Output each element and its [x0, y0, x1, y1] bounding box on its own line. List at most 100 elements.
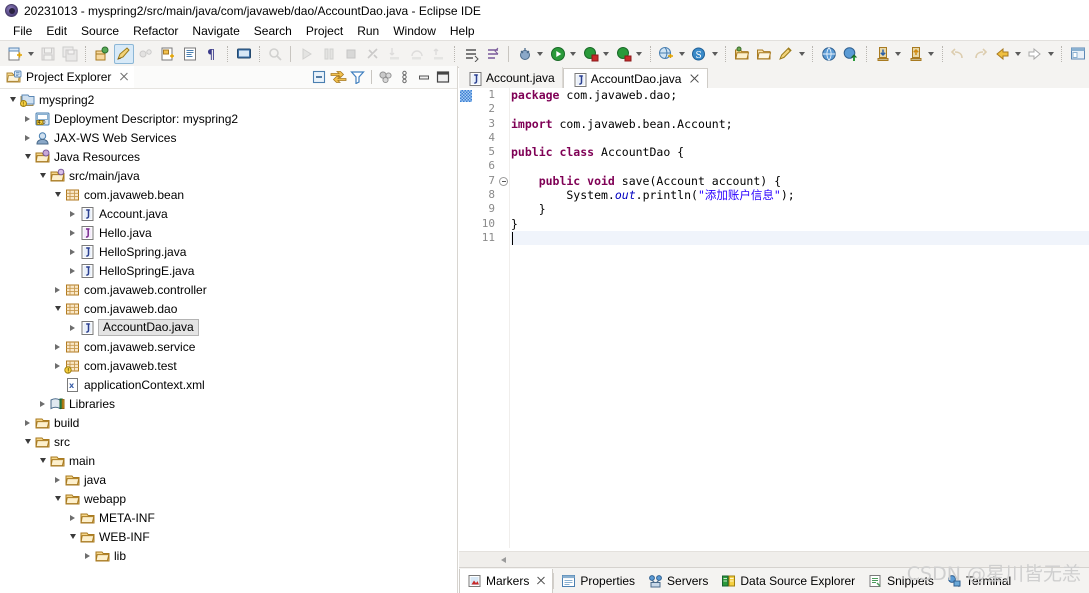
collapse-method-icon[interactable] — [499, 176, 508, 186]
chevron-right-icon[interactable] — [21, 128, 34, 147]
chevron-down-icon[interactable] — [21, 147, 34, 166]
chevron-down-icon[interactable] — [1046, 44, 1055, 64]
debug-icon[interactable] — [515, 44, 535, 64]
tree-item[interactable]: Account.java — [0, 204, 457, 223]
maximize-icon[interactable] — [433, 68, 452, 86]
chevron-down-icon[interactable] — [569, 44, 578, 64]
editor-vertical-ruler[interactable] — [459, 88, 474, 548]
publish-icon[interactable] — [841, 44, 861, 64]
bottom-tab-properties[interactable]: Properties — [554, 569, 641, 593]
chevron-down-icon[interactable] — [927, 44, 936, 64]
open-web-browser-icon[interactable] — [819, 44, 839, 64]
link-with-editor-icon[interactable] — [329, 68, 348, 86]
tree-item[interactable]: ! myspring2 — [0, 90, 457, 109]
chevron-down-icon[interactable] — [677, 44, 686, 64]
chevron-down-icon[interactable] — [51, 185, 64, 204]
chevron-right-icon[interactable] — [51, 280, 64, 299]
chevron-down-icon[interactable] — [21, 432, 34, 451]
tree-item[interactable]: webapp — [0, 489, 457, 508]
chevron-right-icon[interactable] — [66, 223, 79, 242]
chevron-down-icon[interactable] — [894, 44, 903, 64]
chevron-down-icon[interactable] — [536, 44, 545, 64]
chevron-down-icon[interactable] — [6, 90, 19, 109]
minimize-icon[interactable] — [414, 68, 433, 86]
chevron-right-icon[interactable] — [51, 337, 64, 356]
bottom-tab-terminal[interactable]: Terminal — [940, 569, 1017, 593]
tree-item[interactable]: 4.0 Deployment Descriptor: myspring2 — [0, 109, 457, 128]
folding-gutter[interactable] — [499, 88, 510, 548]
tree-item[interactable]: com.javaweb.bean — [0, 185, 457, 204]
chevron-right-icon[interactable] — [66, 508, 79, 527]
coverage-icon[interactable] — [581, 44, 601, 64]
tree-item[interactable]: META-INF — [0, 508, 457, 527]
editor-tab-accountdao[interactable]: AccountDao.java — [562, 68, 709, 89]
menu-item-search[interactable]: Search — [247, 23, 299, 39]
editor-tab-account[interactable]: Account.java — [459, 67, 563, 88]
console-icon[interactable] — [234, 44, 254, 64]
menu-item-run[interactable]: Run — [350, 23, 386, 39]
new-java-class-icon[interactable] — [158, 44, 178, 64]
tree-item[interactable]: Hello.java — [0, 223, 457, 242]
close-folder-icon[interactable] — [754, 44, 774, 64]
close-icon[interactable] — [118, 71, 130, 83]
tree-item[interactable]: Libraries — [0, 394, 457, 413]
tree-item[interactable]: ! com.javaweb.test — [0, 356, 457, 375]
run-icon[interactable] — [548, 44, 568, 64]
new-java-package-icon[interactable] — [92, 44, 112, 64]
tree-item[interactable]: com.javaweb.service — [0, 337, 457, 356]
chevron-right-icon[interactable] — [21, 109, 34, 128]
open-folder-icon[interactable] — [732, 44, 752, 64]
menu-item-edit[interactable]: Edit — [39, 23, 74, 39]
tab-project-explorer[interactable]: Project Explorer — [0, 66, 135, 88]
chevron-down-icon[interactable] — [602, 44, 611, 64]
chevron-right-icon[interactable] — [81, 546, 94, 565]
upload-icon[interactable] — [906, 44, 926, 64]
perspective-java-ee-icon[interactable] — [1068, 44, 1088, 64]
open-type-icon[interactable] — [180, 44, 200, 64]
chevron-down-icon[interactable] — [710, 44, 719, 64]
tree-item[interactable]: lib — [0, 546, 457, 565]
tree-item[interactable]: com.javaweb.controller — [0, 280, 457, 299]
chevron-right-icon[interactable] — [51, 470, 64, 489]
show-whitespace-icon[interactable]: ¶ — [202, 44, 222, 64]
tree-item[interactable]: JAX-WS Web Services — [0, 128, 457, 147]
menu-item-navigate[interactable]: Navigate — [185, 23, 246, 39]
view-menu-icon[interactable] — [395, 68, 414, 86]
tree-item[interactable]: Java Resources — [0, 147, 457, 166]
new-icon[interactable] — [5, 44, 25, 64]
chevron-down-icon[interactable] — [36, 451, 49, 470]
collapse-all-icon[interactable] — [310, 68, 329, 86]
tree-item[interactable]: WEB-INF — [0, 527, 457, 546]
close-icon[interactable] — [689, 73, 700, 84]
chevron-down-icon[interactable] — [635, 44, 644, 64]
tree-item[interactable]: java — [0, 470, 457, 489]
bottom-tab-data-source-explorer[interactable]: Data Source Explorer — [714, 569, 861, 593]
download-icon[interactable] — [873, 44, 893, 64]
new-web-project-icon[interactable] — [656, 44, 676, 64]
project-tree[interactable]: ! myspring2 4.0 Deployment Descriptor: mysp… — [0, 88, 457, 593]
chevron-right-icon[interactable] — [21, 413, 34, 432]
chevron-down-icon[interactable] — [1013, 44, 1022, 64]
code-editor[interactable]: 1 2 3 4 5 6 7 8 9 10 11 package com.javaweb.dao; i… — [459, 88, 1089, 548]
chevron-right-icon[interactable] — [51, 356, 64, 375]
menu-item-source[interactable]: Source — [74, 23, 126, 39]
run-as-server-icon[interactable] — [614, 44, 634, 64]
bottom-tab-markers[interactable]: Markers — [459, 568, 554, 593]
menu-item-refactor[interactable]: Refactor — [126, 23, 185, 39]
next-annotation-icon[interactable] — [461, 44, 481, 64]
tree-item[interactable]: main — [0, 451, 457, 470]
tree-item[interactable]: src — [0, 432, 457, 451]
focus-on-active-task-icon[interactable] — [376, 68, 395, 86]
tree-item[interactable]: com.javaweb.dao — [0, 299, 457, 318]
chevron-right-icon[interactable] — [66, 204, 79, 223]
chevron-down-icon[interactable] — [26, 44, 35, 64]
close-icon[interactable] — [536, 576, 546, 586]
chevron-down-icon[interactable] — [51, 299, 64, 318]
chevron-right-icon[interactable] — [66, 261, 79, 280]
editor-horizontal-scrollbar[interactable] — [459, 551, 1089, 568]
tree-item[interactable]: AccountDao.java — [0, 318, 457, 337]
chevron-down-icon[interactable] — [36, 166, 49, 185]
chevron-down-icon[interactable] — [797, 44, 806, 64]
source-code[interactable]: package com.javaweb.dao; import com.java… — [511, 88, 1089, 548]
menu-item-help[interactable]: Help — [443, 23, 482, 39]
